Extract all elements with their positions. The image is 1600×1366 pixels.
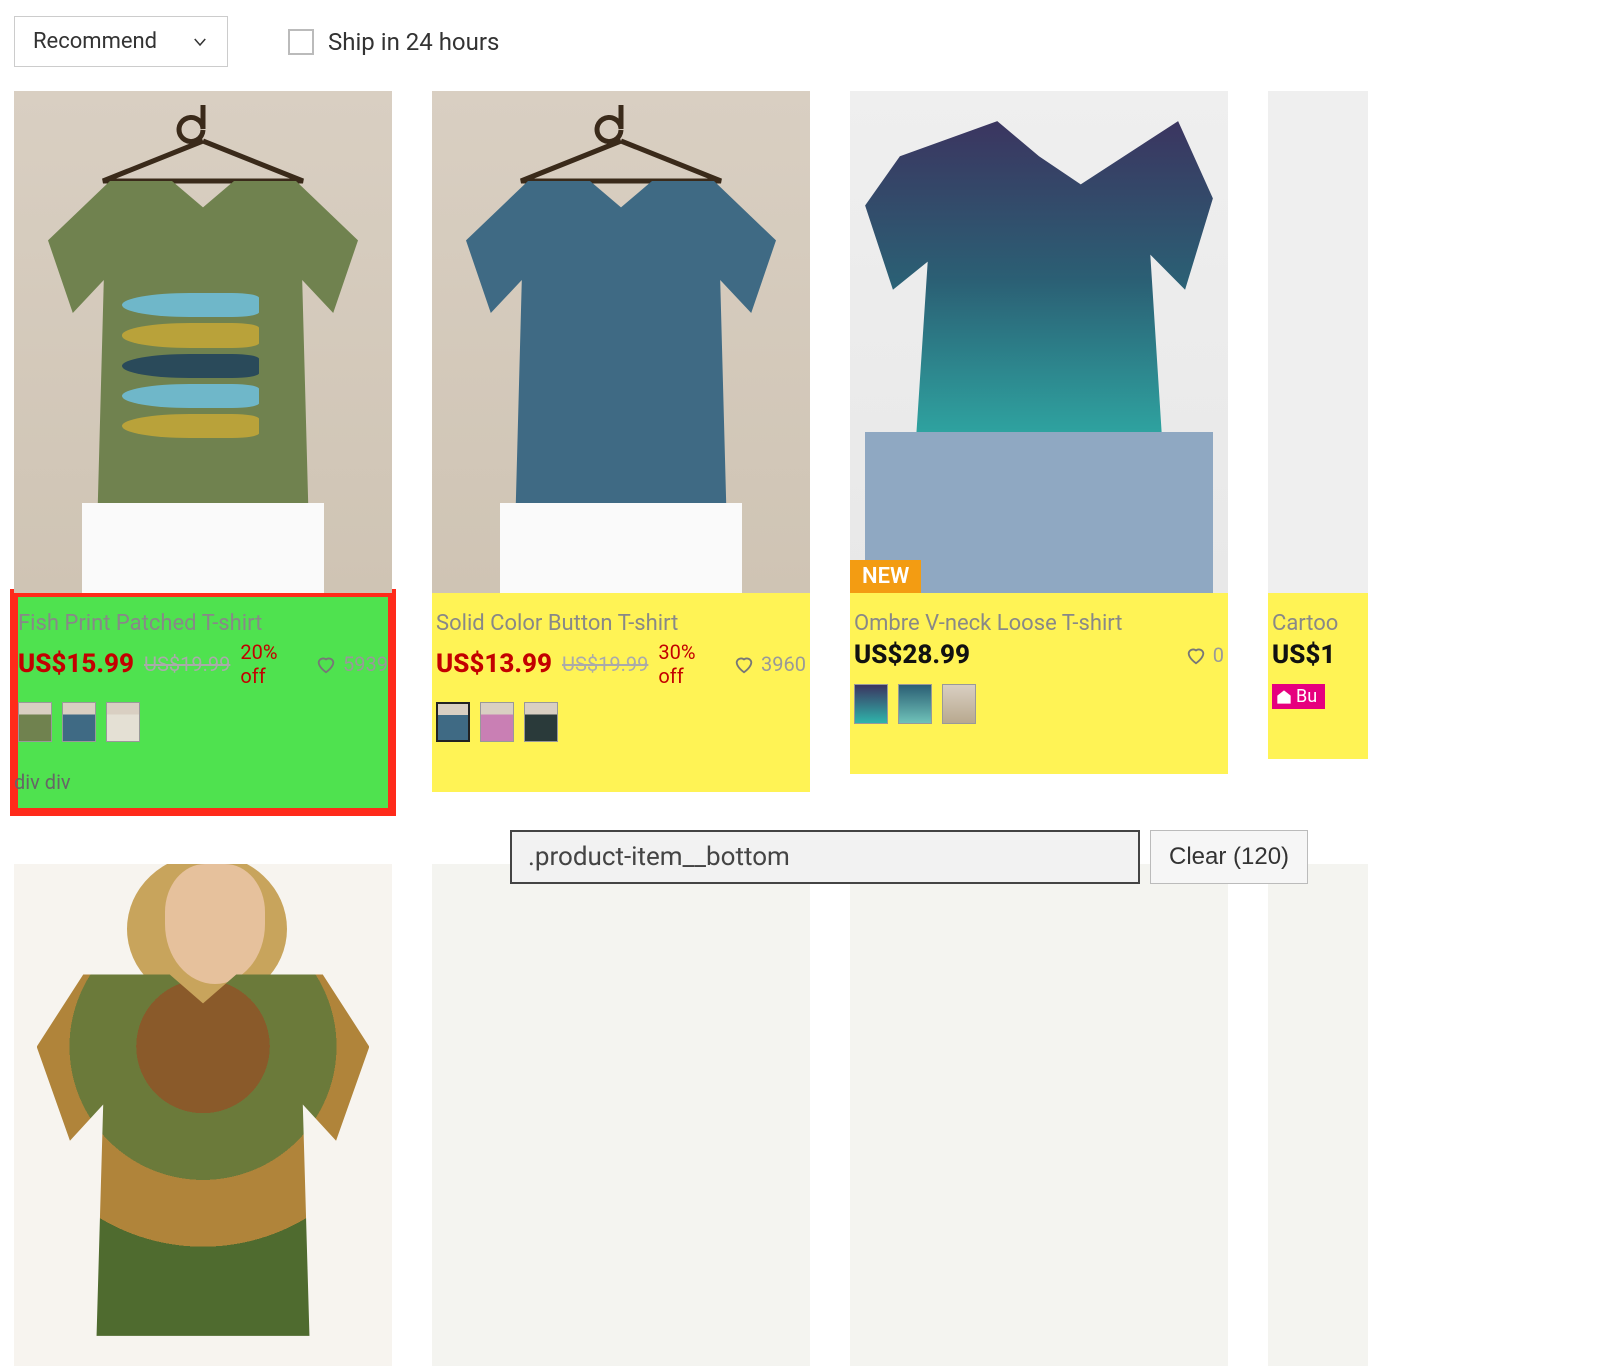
ship-checkbox[interactable] — [288, 29, 314, 55]
product-image[interactable] — [14, 91, 392, 593]
product-card[interactable] — [432, 864, 810, 1366]
likes-count: 5939 — [343, 652, 388, 676]
ship-label: Ship in 24 hours — [328, 28, 499, 56]
product-image[interactable]: NEW — [850, 91, 1228, 593]
likes[interactable]: 3960 — [733, 652, 806, 676]
tag-icon — [1276, 689, 1292, 705]
product-card[interactable]: Fish Print Patched T-shirt US$15.99 US$1… — [14, 91, 392, 812]
product-card[interactable]: Cartoo US$1 Bu — [1268, 91, 1368, 812]
buy-tag[interactable]: Bu — [1272, 684, 1325, 709]
product-card[interactable] — [850, 864, 1228, 1366]
product-item-bottom: Solid Color Button T-shirt US$13.99 US$1… — [432, 593, 810, 792]
new-badge: NEW — [850, 560, 921, 593]
product-image[interactable] — [850, 864, 1228, 1366]
color-swatch[interactable] — [62, 702, 96, 742]
product-grid: Fish Print Patched T-shirt US$15.99 US$1… — [0, 91, 1600, 812]
color-swatch[interactable] — [106, 702, 140, 742]
swatch-row — [436, 702, 806, 742]
color-swatch[interactable] — [524, 702, 558, 742]
dom-breadcrumb: div div — [14, 770, 71, 794]
product-image[interactable] — [432, 91, 810, 593]
likes-count: 3960 — [761, 652, 806, 676]
product-title[interactable]: Fish Print Patched T-shirt — [18, 611, 388, 636]
chevron-down-icon — [191, 33, 209, 51]
product-card[interactable] — [14, 864, 392, 1366]
product-card[interactable]: Solid Color Button T-shirt US$13.99 US$1… — [432, 91, 810, 812]
color-swatch[interactable] — [898, 684, 932, 724]
sort-label: Recommend — [33, 29, 157, 54]
product-title[interactable]: Cartoo — [1272, 611, 1364, 636]
color-swatch[interactable] — [942, 684, 976, 724]
selector-bar: Clear (120) — [510, 830, 1308, 884]
product-card[interactable]: NEW Ombre V-neck Loose T-shirt US$28.99 … — [850, 91, 1228, 812]
price-row: US$15.99 US$19.99 20% off 5939 — [18, 640, 388, 688]
price-row: US$13.99 US$19.99 30% off 3960 — [436, 640, 806, 688]
discount: 20% off — [240, 640, 305, 688]
price: US$15.99 — [18, 649, 134, 679]
likes-count: 0 — [1213, 643, 1224, 667]
likes[interactable]: 0 — [1185, 643, 1224, 667]
product-card[interactable] — [1268, 864, 1368, 1366]
orig-price: US$19.99 — [562, 652, 648, 676]
product-image[interactable] — [14, 864, 392, 1366]
color-swatch[interactable] — [436, 702, 470, 742]
product-title[interactable]: Solid Color Button T-shirt — [436, 611, 806, 636]
product-grid — [0, 864, 1600, 1366]
product-item-bottom: Ombre V-neck Loose T-shirt US$28.99 0 — [850, 593, 1228, 774]
clear-button[interactable]: Clear (120) — [1150, 830, 1308, 884]
color-swatch[interactable] — [480, 702, 514, 742]
color-swatch[interactable] — [854, 684, 888, 724]
filter-bar: Recommend Ship in 24 hours — [0, 0, 1600, 91]
css-selector-input[interactable] — [510, 830, 1140, 884]
product-title[interactable]: Ombre V-neck Loose T-shirt — [854, 611, 1224, 636]
price: US$1 — [1272, 640, 1335, 670]
orig-price: US$19.99 — [144, 652, 230, 676]
buy-tag-label: Bu — [1296, 686, 1317, 707]
swatch-row — [854, 684, 1224, 724]
swatch-row — [18, 702, 388, 742]
price-row: US$1 — [1272, 640, 1364, 670]
color-swatch[interactable] — [18, 702, 52, 742]
product-image[interactable] — [1268, 864, 1368, 1366]
price: US$28.99 — [854, 640, 970, 670]
price-row: US$28.99 0 — [854, 640, 1224, 670]
price: US$13.99 — [436, 649, 552, 679]
product-image[interactable] — [1268, 91, 1368, 593]
heart-icon — [1185, 644, 1207, 666]
heart-icon — [733, 653, 755, 675]
ship-filter[interactable]: Ship in 24 hours — [288, 28, 499, 56]
likes[interactable]: 5939 — [315, 652, 388, 676]
product-item-bottom: Cartoo US$1 Bu — [1268, 593, 1368, 759]
sort-dropdown[interactable]: Recommend — [14, 16, 228, 67]
discount: 30% off — [658, 640, 723, 688]
heart-icon — [315, 653, 337, 675]
product-image[interactable] — [432, 864, 810, 1366]
